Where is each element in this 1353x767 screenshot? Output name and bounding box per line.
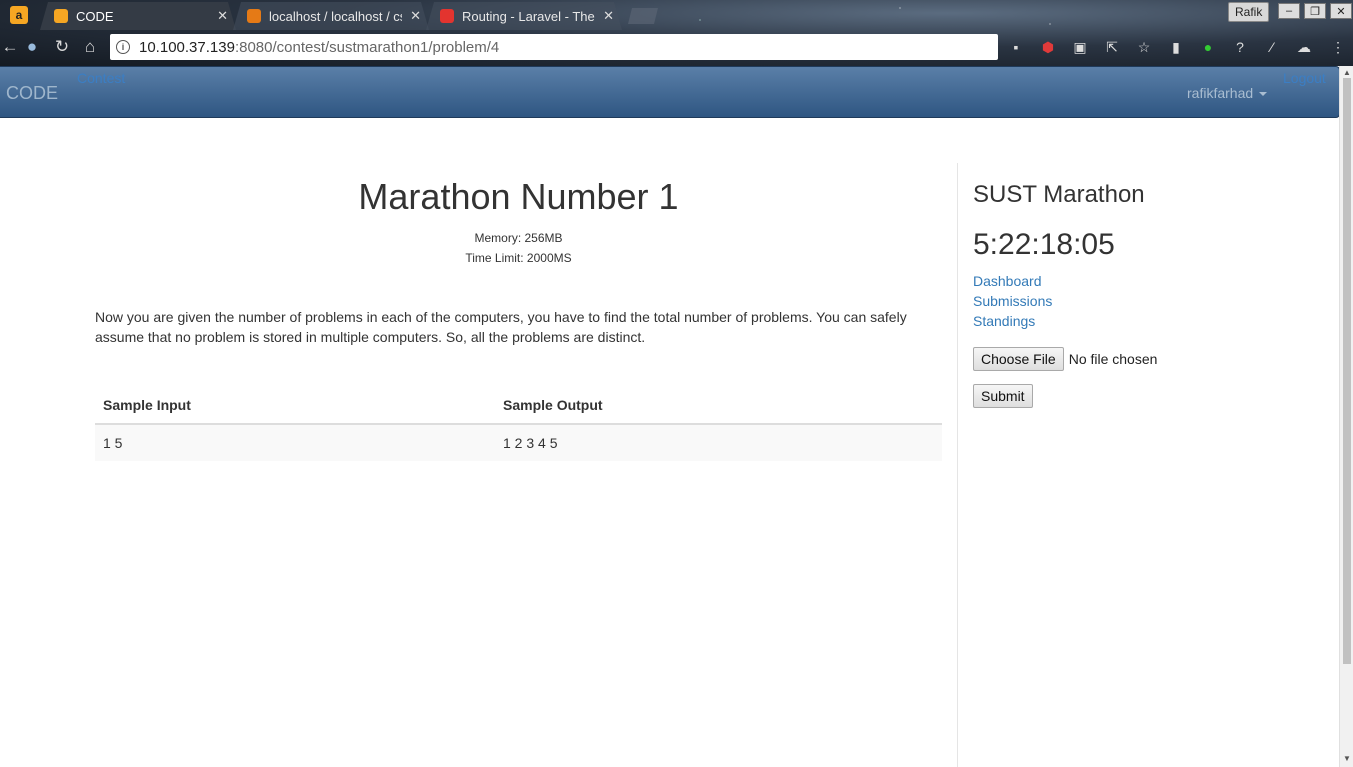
extension-icon[interactable]: ▣ xyxy=(1070,37,1090,57)
submissions-link[interactable]: Submissions xyxy=(973,293,1052,309)
sample-input-header: Sample Input xyxy=(95,392,495,425)
reload-icon[interactable]: ↻ xyxy=(52,37,72,57)
cast-icon[interactable]: ▪ xyxy=(1006,37,1026,57)
dashboard-link[interactable]: Dashboard xyxy=(973,273,1042,289)
restore-button[interactable]: ❐ xyxy=(1304,3,1326,19)
submit-button[interactable]: Submit xyxy=(973,384,1033,408)
favicon-icon xyxy=(54,9,68,23)
info-icon[interactable]: i xyxy=(116,40,130,54)
minimize-button[interactable]: – xyxy=(1278,3,1300,19)
help-icon[interactable]: ? xyxy=(1230,37,1250,57)
logout-link[interactable]: Logout xyxy=(1283,70,1326,86)
problem-panel: Marathon Number 1 Memory: 256MB Time Lim… xyxy=(95,118,942,767)
file-input: Choose File No file chosen xyxy=(973,347,1157,371)
user-dropdown[interactable]: rafikfarhad xyxy=(1187,85,1268,101)
standings-link[interactable]: Standings xyxy=(973,313,1035,329)
problem-title: Marathon Number 1 xyxy=(358,176,679,217)
time-limit: Time Limit: 2000MS xyxy=(465,251,572,265)
chat-icon[interactable]: ● xyxy=(1198,37,1218,57)
tab-phpmyadmin[interactable]: localhost / localhost / cs ✕ xyxy=(233,2,429,30)
eyedropper-icon[interactable]: ⁄ xyxy=(1262,37,1282,57)
samples-table: Sample Input Sample Output 1 5 1 2 3 4 5 xyxy=(95,392,942,461)
site-navbar: CODE Contest rafikfarhad Logout xyxy=(0,66,1340,118)
sample-output-cell: 1 2 3 4 5 xyxy=(495,424,942,461)
url-host: 10.100.37.139 xyxy=(139,38,235,56)
close-icon[interactable]: ✕ xyxy=(217,8,228,24)
browser-chrome: a CODE ✕ localhost / localhost / cs ✕ Ro… xyxy=(0,0,1353,66)
page-scrollbar[interactable]: ▲ ▼ xyxy=(1339,66,1353,767)
profile-button[interactable]: Rafik xyxy=(1228,2,1270,22)
choose-file-button[interactable]: Choose File xyxy=(973,347,1064,371)
tab-title: Routing - Laravel - The P xyxy=(462,8,596,24)
nav-contest-link[interactable]: Contest xyxy=(77,70,125,86)
share-icon[interactable]: ⇱ xyxy=(1102,37,1122,57)
countdown-timer: 5:22:18:05 xyxy=(973,228,1115,261)
stats-icon[interactable]: ▮ xyxy=(1166,37,1186,57)
menu-icon[interactable]: ⋮ xyxy=(1328,37,1348,57)
table-header-row: Sample Input Sample Output xyxy=(95,392,942,425)
tab-title: CODE xyxy=(76,8,114,24)
table-row: 1 5 1 2 3 4 5 xyxy=(95,424,942,461)
bookmark-star-icon[interactable]: ☆ xyxy=(1134,37,1154,57)
sample-input-cell: 1 5 xyxy=(95,424,495,461)
adblock-icon[interactable]: ⬢ xyxy=(1038,37,1058,57)
scroll-thumb[interactable] xyxy=(1343,78,1351,664)
app-launcher-icon[interactable]: a xyxy=(10,6,28,24)
problem-statement: Now you are given the number of problems… xyxy=(95,309,907,345)
tab-title: localhost / localhost / cs xyxy=(269,8,403,24)
user-name: rafikfarhad xyxy=(1187,85,1254,101)
tab-laravel-routing[interactable]: Routing - Laravel - The P ✕ xyxy=(426,2,622,30)
favicon-icon xyxy=(247,9,261,23)
scroll-up-icon[interactable]: ▲ xyxy=(1343,68,1351,77)
address-bar[interactable]: i 10.100.37.139:8080/contest/sustmaratho… xyxy=(110,34,998,60)
tab-code[interactable]: CODE ✕ xyxy=(40,2,236,30)
memory-limit: Memory: 256MB xyxy=(474,231,563,245)
forward-icon[interactable]: ● xyxy=(22,37,42,57)
cloud-icon[interactable]: ☁ xyxy=(1294,37,1314,57)
scroll-down-icon[interactable]: ▼ xyxy=(1343,754,1351,763)
close-window-button[interactable]: ✕ xyxy=(1330,3,1352,19)
close-icon[interactable]: ✕ xyxy=(410,8,421,24)
file-status: No file chosen xyxy=(1068,351,1158,367)
sample-output-header: Sample Output xyxy=(495,392,942,425)
brand-link[interactable]: CODE xyxy=(6,83,58,104)
back-icon[interactable]: ← xyxy=(0,37,20,57)
url-path: :8080/contest/sustmarathon1/problem/4 xyxy=(234,38,500,56)
new-tab-button[interactable] xyxy=(628,8,658,24)
close-icon[interactable]: ✕ xyxy=(603,8,614,24)
home-icon[interactable]: ⌂ xyxy=(80,37,100,57)
favicon-icon xyxy=(440,9,454,23)
contest-name: SUST Marathon xyxy=(973,181,1145,208)
caret-down-icon xyxy=(1259,92,1268,97)
sidebar-divider xyxy=(957,163,958,767)
